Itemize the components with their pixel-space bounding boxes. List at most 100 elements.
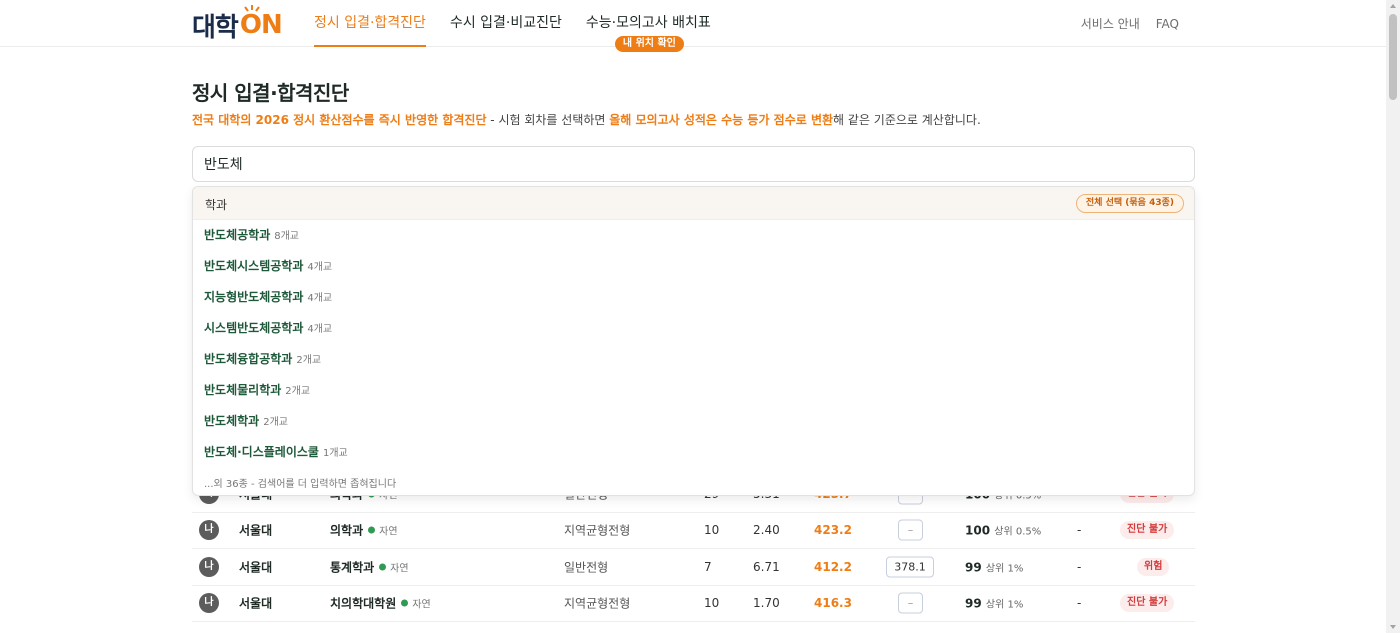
nav-tab-label: 수시 입결·비교진단 (449, 15, 562, 31)
search-autocomplete-dropdown: 학과 전체 선택 (묶음 43종) 반도체공학과 8개교 반도체시스템공학과 4개교… (192, 186, 1195, 496)
my-score-box[interactable]: – (898, 592, 923, 614)
group-badge: 나 (199, 593, 219, 614)
table-row[interactable]: 나 서울대 치의학대학원 자연 지역균형전형 10 1.70 416.3 – 99… (192, 586, 1195, 622)
logo-on-text: ON (239, 10, 283, 40)
univ-cell: 서울대 (239, 596, 273, 611)
suggestion-count: 2개교 (263, 417, 288, 428)
field-dot-icon (379, 563, 387, 571)
major-name: 의학과 (330, 523, 364, 538)
verdict-badge: 위험 (1137, 557, 1170, 576)
ratio-cell: 6.71 (753, 559, 780, 574)
desc-highlight-2: 올해 모의고사 성적은 수능 등가 점수로 변환 (609, 113, 834, 127)
percentile-value: 99 (965, 560, 982, 575)
top-header: 대학 ON 정시 입결·합격진단 수시 입결·비교진단 수능·모의고사 배치표 … (0, 0, 1386, 52)
nav-tab-placement-chart[interactable]: 수능·모의고사 배치표 내 위치 확인 (586, 0, 711, 52)
suggestion-count: 2개교 (296, 355, 322, 366)
dropdown-category-label: 학과 (205, 198, 228, 212)
scroll-up-arrow-icon[interactable] (1390, 4, 1396, 8)
nav-tab-label: 정시 입결·합격진단 (314, 15, 426, 31)
suggestion-count: 4개교 (307, 262, 333, 273)
main-nav: 정시 입결·합격진단 수시 입결·비교진단 수능·모의고사 배치표 내 위치 확… (314, 0, 735, 52)
quota-cell: 7 (704, 559, 712, 574)
percentile-value: 99 (965, 596, 982, 611)
suggestion-name: 반도체물리학과 (204, 383, 282, 397)
nav-badge-my-position[interactable]: 내 위치 확인 (614, 36, 684, 52)
suggestion-name: 반도체공학과 (204, 228, 271, 242)
desc-highlight-1: 전국 대학의 2026 정시 환산점수를 즉시 반영한 합격진단 (192, 113, 487, 127)
major-cell: 의학과 자연 (330, 522, 398, 539)
logo-on: ON (239, 5, 283, 40)
sun-rays-icon (244, 5, 260, 12)
site-logo[interactable]: 대학 ON (192, 5, 283, 43)
faq-link[interactable]: FAQ (1156, 17, 1179, 31)
ratio-cell: 2.40 (753, 523, 780, 538)
select-all-button[interactable]: 전체 선택 (묶음 43종) (1075, 194, 1184, 213)
my-score-box[interactable]: 378.1 (886, 556, 934, 578)
cutoff-score-cell: 416.3 (814, 596, 852, 611)
search-input[interactable] (192, 146, 1195, 182)
suggestion-item[interactable]: 반도체학과 2개교 (193, 406, 1194, 437)
suggestion-item[interactable]: 지능형반도체공학과 4개교 (193, 282, 1194, 313)
suggestion-item[interactable]: 반도체시스템공학과 4개교 (193, 251, 1194, 282)
major-name: 치의학대학원 (330, 596, 397, 611)
suggestion-count: 8개교 (274, 231, 300, 242)
nav-tab-jeongsi[interactable]: 정시 입결·합격진단 (314, 0, 426, 47)
field-label: 자연 (412, 599, 431, 611)
table-row[interactable]: 나 서울대 의학과 자연 지역균형전형 10 2.40 423.2 – 100 상… (192, 513, 1195, 549)
cutoff-score-cell: 412.2 (814, 559, 852, 574)
suggestion-name: 시스템반도체공학과 (204, 321, 304, 335)
suggestion-item[interactable]: 반도체물리학과 2개교 (193, 375, 1194, 406)
percentile-value: 100 (965, 523, 991, 538)
dash-cell: - (1077, 523, 1082, 538)
dropdown-footer-hint: ...외 36종 - 검색어를 더 입력하면 좁혀집니다 (204, 479, 397, 490)
table-row[interactable]: 나 서울대 통계학과 자연 일반전형 7 6.71 412.2 378.1 99 … (192, 549, 1195, 586)
major-name: 통계학과 (330, 560, 375, 575)
method-cell: 지역균형전형 (564, 596, 631, 611)
percentile-cell: 99 상위 1% (965, 596, 1023, 611)
my-score-box[interactable]: – (898, 519, 923, 541)
group-badge: 나 (199, 520, 219, 541)
results-table: 나 서울대 의학과자연 일반전형 29 5.31 425.7 – 100 상위 … (192, 476, 1195, 622)
suggestion-count: 4개교 (307, 293, 333, 304)
suggestion-count: 4개교 (307, 324, 333, 335)
dash-cell: - (1077, 559, 1082, 574)
scroll-down-arrow-icon[interactable] (1390, 625, 1396, 629)
univ-cell: 서울대 (239, 560, 273, 575)
suggestion-item[interactable]: 반도체융합공학과 2개교 (193, 344, 1194, 375)
univ-cell: 서울대 (239, 523, 273, 538)
suggestion-name: 반도체융합공학과 (204, 352, 293, 366)
major-cell: 치의학대학원 자연 (330, 595, 431, 612)
page-description: 전국 대학의 2026 정시 환산점수를 즉시 반영한 합격진단 - 시험 회차… (192, 111, 981, 128)
percentile-sub: 상위 0.5% (994, 526, 1042, 538)
ratio-cell: 1.70 (753, 596, 780, 611)
field-label: 자연 (379, 526, 398, 538)
page-scrollbar[interactable] (1386, 0, 1400, 633)
suggestion-name: 반도체학과 (204, 414, 260, 428)
suggestion-item[interactable]: 반도체·디스플레이스쿨 1개교 (193, 437, 1194, 468)
quota-cell: 10 (704, 596, 720, 611)
method-cell: 지역균형전형 (564, 523, 631, 538)
page-title: 정시 입결·합격진단 (192, 81, 349, 105)
dropdown-header: 학과 전체 선택 (묶음 43종) (193, 187, 1194, 220)
suggestion-count: 2개교 (285, 386, 311, 397)
dash-cell: - (1077, 596, 1082, 611)
suggestion-item[interactable]: 반도체공학과 8개교 (193, 220, 1194, 251)
field-label: 자연 (390, 563, 409, 575)
group-badge: 나 (199, 556, 219, 577)
field-dot-icon (368, 526, 376, 534)
scrollbar-thumb[interactable] (1389, 14, 1397, 100)
percentile-sub: 상위 1% (985, 599, 1024, 611)
service-guide-link[interactable]: 서비스 안내 (1081, 15, 1140, 32)
suggestion-count: 1개교 (322, 448, 348, 459)
desc-mid: - 시험 회차를 선택하면 (486, 113, 610, 127)
verdict-badge: 진단 불가 (1120, 594, 1175, 613)
desc-tail: 해 같은 기준으로 계산합니다. (833, 113, 981, 127)
percentile-cell: 100 상위 0.5% (965, 523, 1041, 538)
percentile-cell: 99 상위 1% (965, 559, 1023, 574)
nav-tab-susi[interactable]: 수시 입결·비교진단 (450, 0, 562, 47)
suggestion-list: 반도체공학과 8개교 반도체시스템공학과 4개교 지능형반도체공학과 4개교 시스템반… (193, 220, 1194, 468)
percentile-sub: 상위 1% (985, 563, 1024, 575)
cutoff-score-cell: 423.2 (814, 523, 852, 538)
suggestion-name: 지능형반도체공학과 (204, 290, 304, 304)
suggestion-item[interactable]: 시스템반도체공학과 4개교 (193, 313, 1194, 344)
